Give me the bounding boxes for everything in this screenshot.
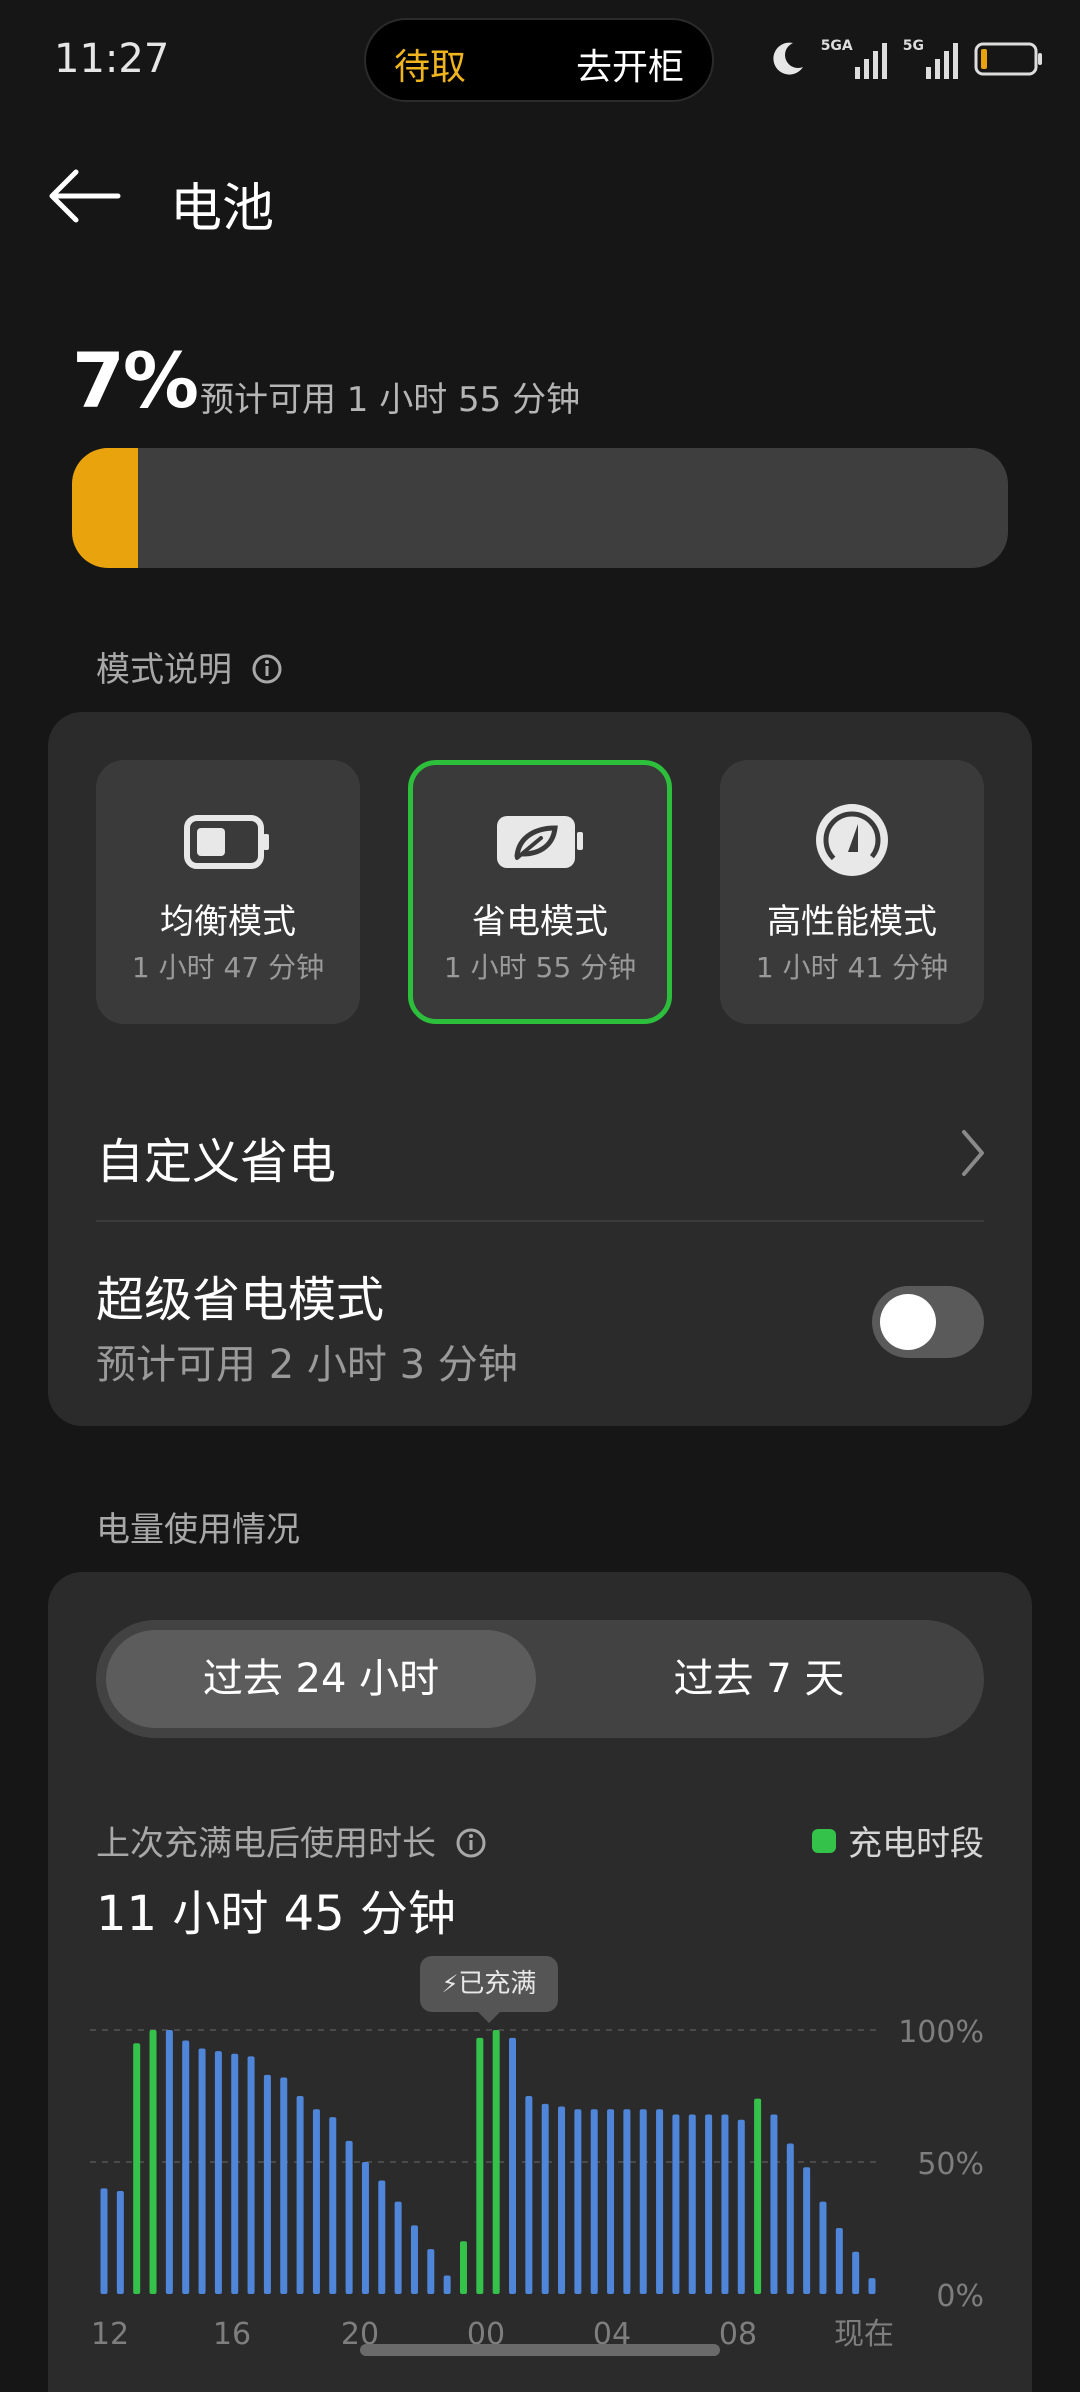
usage-bar (607, 2109, 615, 2294)
x-tick-label: 现在 (834, 2317, 894, 2352)
usage-bar (214, 2051, 222, 2294)
usage-bar (541, 2103, 549, 2294)
usage-bar (427, 2249, 435, 2294)
usage-bar (394, 2201, 402, 2294)
usage-bar (116, 2191, 124, 2294)
usage-bar (100, 2188, 108, 2294)
usage-bar (361, 2162, 369, 2294)
usage-bar (525, 2096, 533, 2294)
charging-bar (492, 2030, 500, 2294)
charging-bar (754, 2098, 762, 2294)
usage-bar (329, 2117, 337, 2294)
x-tick-label: 16 (213, 2317, 251, 2352)
usage-bar (852, 2251, 860, 2294)
usage-bar (672, 2114, 680, 2294)
usage-bar (786, 2143, 794, 2294)
usage-bar-chart: 100%50%0%12 16 20 00 04 08 现在 (90, 2015, 984, 2352)
y-tick-label: 50% (917, 2147, 984, 2182)
usage-bar (639, 2109, 647, 2294)
y-tick-label: 100% (898, 2015, 984, 2050)
y-tick-label: 0% (936, 2279, 984, 2314)
usage-bar (182, 2040, 190, 2294)
usage-bar (165, 2030, 173, 2294)
usage-bar (868, 2278, 876, 2294)
charging-bar (459, 2241, 467, 2294)
usage-bar (705, 2114, 713, 2294)
charging-bar (149, 2030, 157, 2294)
usage-bar (737, 2119, 745, 2294)
usage-bar (443, 2275, 451, 2294)
usage-bar (590, 2109, 598, 2294)
usage-bar (721, 2114, 729, 2294)
x-tick-label: 12 (91, 2317, 129, 2352)
usage-bar (345, 2140, 353, 2294)
home-indicator (360, 2344, 720, 2356)
usage-bar (623, 2109, 631, 2294)
usage-bar (231, 2053, 239, 2294)
usage-bar (263, 2074, 271, 2294)
usage-bar (296, 2096, 304, 2294)
charging-bar (476, 2037, 484, 2294)
usage-bar (803, 2167, 811, 2294)
usage-bar (656, 2109, 664, 2294)
x-tick-label: 08 (719, 2317, 757, 2352)
usage-bar (247, 2056, 255, 2294)
usage-bar (378, 2180, 386, 2294)
usage-bar (410, 2225, 418, 2294)
usage-bar (312, 2109, 320, 2294)
charging-bar (133, 2043, 141, 2294)
usage-bar (280, 2077, 288, 2294)
usage-bar (835, 2228, 843, 2294)
usage-bar (558, 2106, 566, 2294)
usage-bar (688, 2114, 696, 2294)
usage-bar (770, 2114, 778, 2294)
usage-bar (819, 2201, 827, 2294)
usage-bar (574, 2109, 582, 2294)
usage-bar (198, 2048, 206, 2294)
usage-bar (509, 2037, 517, 2294)
